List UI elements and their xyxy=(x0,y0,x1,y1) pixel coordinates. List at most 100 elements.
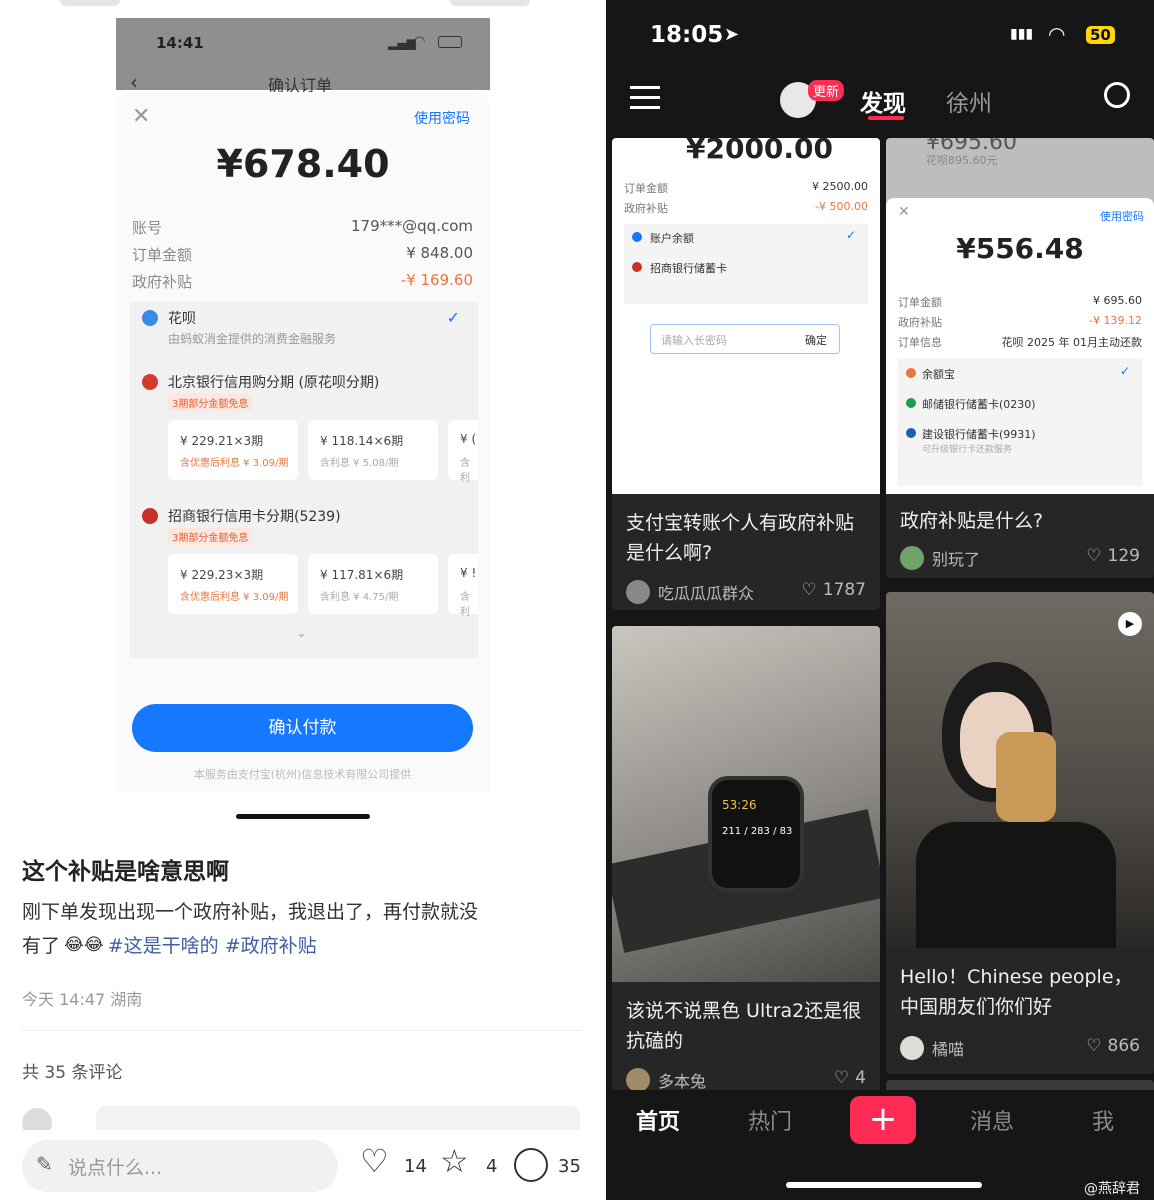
bj-tag: 3期部分金额免息 xyxy=(168,394,253,411)
home-indicator xyxy=(786,1182,982,1188)
post-hashtags[interactable]: #这是干啥的 #政府补贴 xyxy=(108,931,317,958)
divider xyxy=(22,1030,582,1031)
comment-icon[interactable] xyxy=(514,1148,548,1182)
bj-installment-6[interactable]: ¥ 118.14×6期 含利息 ¥ 5.08/期 xyxy=(308,420,438,480)
card2-order-value: ¥ 695.60 xyxy=(1093,294,1142,307)
feed-card-1[interactable]: ¥2000.00 订单金额 ¥ 2500.00 政府补贴 -¥ 500.00 账… xyxy=(612,138,880,610)
top-button-edge xyxy=(450,0,530,6)
status-time: 18:05 xyxy=(650,22,724,48)
heart-icon[interactable]: ♡ xyxy=(360,1142,389,1180)
card1-order-value: ¥ 2500.00 xyxy=(812,180,868,193)
watermark: @燕辞君 xyxy=(1084,1181,1140,1197)
card2-title: 政府补贴是什么? xyxy=(900,510,1044,532)
card4-title: Hello！Chinese people，中国朋友们你们好 xyxy=(900,966,1133,1018)
cmb-icon xyxy=(142,508,158,524)
card4-likes: ♡ 866 xyxy=(1086,1036,1140,1056)
use-password-link[interactable]: 使用密码 xyxy=(414,108,470,128)
nav-messages[interactable]: 消息 xyxy=(970,1104,1014,1136)
card2-info-value: 花呗 2025 年 01月主动还款 xyxy=(1001,336,1142,349)
star-icon[interactable]: ☆ xyxy=(440,1142,469,1180)
bank-of-beijing-icon xyxy=(142,374,158,390)
post-body-line1: 刚下单发现出现一个政府补贴，我退出了，再付款就没 xyxy=(22,901,479,923)
add-post-button[interactable]: + xyxy=(850,1096,916,1144)
search-icon[interactable] xyxy=(1104,82,1130,108)
card2-amount: ¥556.48 xyxy=(956,232,1084,265)
right-screenshot: 18:05 ➤ ▮▮▮ ◠ 50 更新 发现 徐州 ¥2000.00 订单金额 … xyxy=(606,0,1154,1200)
subsidy-value: -¥ 169.60 xyxy=(400,271,473,289)
bj-title[interactable]: 北京银行信用购分期 (原花呗分期) xyxy=(168,372,379,392)
avatar xyxy=(626,1068,650,1092)
card2-options: 余额宝 ✓ 邮储银行储蓄卡(0230) 建设银行储蓄卡(9931) 可升级银行卡… xyxy=(898,358,1142,486)
bj-installment-more[interactable]: ¥ (含利 xyxy=(448,420,478,484)
tab-discover[interactable]: 发现 xyxy=(860,84,906,118)
top-avatar-edge xyxy=(60,0,120,6)
emoji-icon: 😂😂 xyxy=(64,934,104,955)
bj-installment-3[interactable]: ¥ 229.21×3期 含优惠后利息 ¥ 3.09/期 xyxy=(168,420,298,480)
card2-use-password: 使用密码 xyxy=(1100,210,1144,223)
signal-icon: ▂▄▆ xyxy=(388,36,416,50)
subsidy-label: 政府补贴 xyxy=(132,273,193,291)
ccb-icon xyxy=(906,428,916,438)
nav-home[interactable]: 首页 xyxy=(636,1104,680,1136)
heart-icon[interactable]: ♡ xyxy=(1086,1036,1101,1056)
card2-likes: ♡ 129 xyxy=(1086,546,1140,566)
wifi-icon: ◠ xyxy=(414,34,426,49)
watch-time: 53:26 xyxy=(722,798,757,812)
card1-options: 账户余额 ✓ 招商银行储蓄卡 xyxy=(624,224,868,304)
card3-title: 该说不说黑色 Ultra2还是很抗磕的 xyxy=(626,1000,862,1052)
order-amount-label: 订单金额 xyxy=(132,246,193,264)
battery-level: 50 xyxy=(1086,26,1115,44)
heart-icon[interactable]: ♡ xyxy=(801,580,816,600)
card1-confirm: 确定 xyxy=(805,334,827,347)
card2-subsidy-value: -¥ 139.12 xyxy=(1089,314,1142,327)
like-count: 14 xyxy=(404,1156,427,1177)
nav-me[interactable]: 我 xyxy=(1092,1104,1114,1136)
watch-photo: 53:26 211 / 283 / 83 xyxy=(612,626,880,982)
card4-user: 橘喵 xyxy=(900,1036,964,1060)
heart-icon[interactable]: ♡ xyxy=(834,1068,849,1088)
order-status-bar: 14:41 ▂▄▆ ◠ ‹ 确认订单 xyxy=(116,18,490,95)
check-icon: ✓ xyxy=(845,228,856,242)
huabei-desc: 由蚂蚁消金提供的消费金融服务 xyxy=(168,332,337,346)
card1-amount: ¥2000.00 xyxy=(686,138,834,165)
comment-placeholder: 说点什么... xyxy=(68,1157,163,1179)
nav-hot[interactable]: 热门 xyxy=(748,1104,792,1136)
post-meta: 今天 14:47 湖南 xyxy=(22,990,143,1009)
play-icon[interactable]: ▶ xyxy=(1118,612,1142,636)
feed-card-4[interactable]: ▶ Hello！Chinese people，中国朋友们你们好 橘喵 ♡ 866 xyxy=(886,592,1154,1074)
psbc-icon xyxy=(906,398,916,408)
card2-order-label: 订单金额 xyxy=(898,296,942,309)
card1-pwd-placeholder: 请输入长密码 xyxy=(661,334,727,347)
comment-count: 共 35 条评论 xyxy=(22,1063,123,1083)
cmb-title[interactable]: 招商银行信用卡分期(5239) xyxy=(168,506,341,526)
feed-card-2[interactable]: ¥695.60 花呗895.60元 ✕ 使用密码 ¥556.48 订单金额 ¥ … xyxy=(886,138,1154,578)
battery-icon xyxy=(438,36,462,48)
wifi-icon: ◠ xyxy=(1048,22,1066,46)
post-body-text: 有了 xyxy=(22,935,61,957)
card1-order-label: 订单金额 xyxy=(624,182,668,195)
feed-card-3[interactable]: 53:26 211 / 283 / 83 该说不说黑色 Ultra2还是很抗磕的… xyxy=(612,626,880,1096)
cmb-installment-6[interactable]: ¥ 117.81×6期 含利息 ¥ 4.75/期 xyxy=(308,554,438,614)
home-indicator xyxy=(236,814,370,819)
back-icon[interactable]: ‹ xyxy=(130,70,138,94)
cmb-installment-more[interactable]: ¥ ! 含利 xyxy=(448,554,478,618)
confirm-pay-button[interactable]: 确认付款 xyxy=(132,704,473,752)
card2-sheet: ✕ 使用密码 ¥556.48 订单金额 ¥ 695.60 政府补贴 -¥ 139… xyxy=(886,198,1154,494)
heart-icon[interactable]: ♡ xyxy=(1086,546,1101,566)
post-body-line2: 有了 😂😂 #这是干啥的 #政府补贴 xyxy=(22,931,317,958)
card2-opt1: 余额宝 xyxy=(922,368,955,381)
option-huabei[interactable]: 花呗 由蚂蚁消金提供的消费金融服务 ✓ xyxy=(130,302,478,350)
comment-input[interactable]: ✎ 说点什么... xyxy=(22,1140,338,1192)
cmb-installment-3[interactable]: ¥ 229.23×3期 含优惠后利息 ¥ 3.09/期 xyxy=(168,554,298,614)
post-title: 这个补贴是啥意思啊 xyxy=(22,859,229,885)
close-icon[interactable]: ✕ xyxy=(132,104,150,129)
card1-subsidy-label: 政府补贴 xyxy=(624,202,668,215)
menu-icon[interactable] xyxy=(630,84,660,110)
status-time: 14:41 xyxy=(156,34,204,52)
chevron-down-icon[interactable]: ⌄ xyxy=(296,626,307,641)
order-amount-value: ¥ 848.00 xyxy=(406,244,473,262)
card2-subsidy-label: 政府补贴 xyxy=(898,316,942,329)
cmb-icon xyxy=(632,262,642,272)
password-input: 请输入长密码 确定 xyxy=(650,324,840,354)
tab-city[interactable]: 徐州 xyxy=(946,84,992,118)
